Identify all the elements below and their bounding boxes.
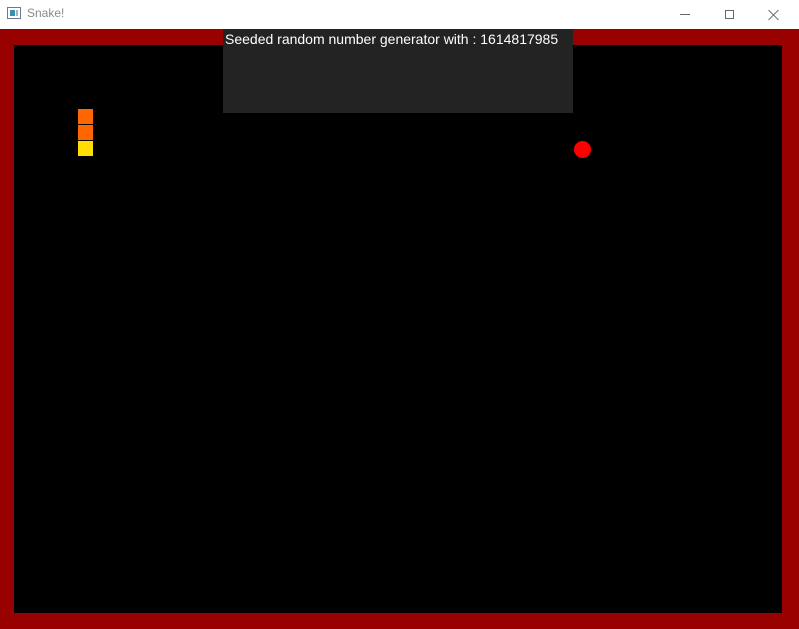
minimize-icon [680,14,690,15]
game-canvas[interactable]: Seeded random number generator with : 16… [0,29,799,629]
playfield [14,45,782,613]
snake-body-segment [78,125,93,140]
close-icon [768,9,780,21]
snake-body-segment [78,109,93,124]
console-overlay: Seeded random number generator with : 16… [223,29,573,113]
snake-head [78,141,93,156]
title-bar[interactable]: Snake! [0,0,799,29]
window-title: Snake! [27,6,65,20]
maximize-icon [724,10,734,19]
food-pellet [574,141,591,158]
close-button[interactable] [751,0,797,29]
minimize-button[interactable] [662,0,708,29]
maximize-button[interactable] [706,0,752,29]
console-message: Seeded random number generator with : 16… [225,31,559,47]
app-window-icon [7,7,21,19]
